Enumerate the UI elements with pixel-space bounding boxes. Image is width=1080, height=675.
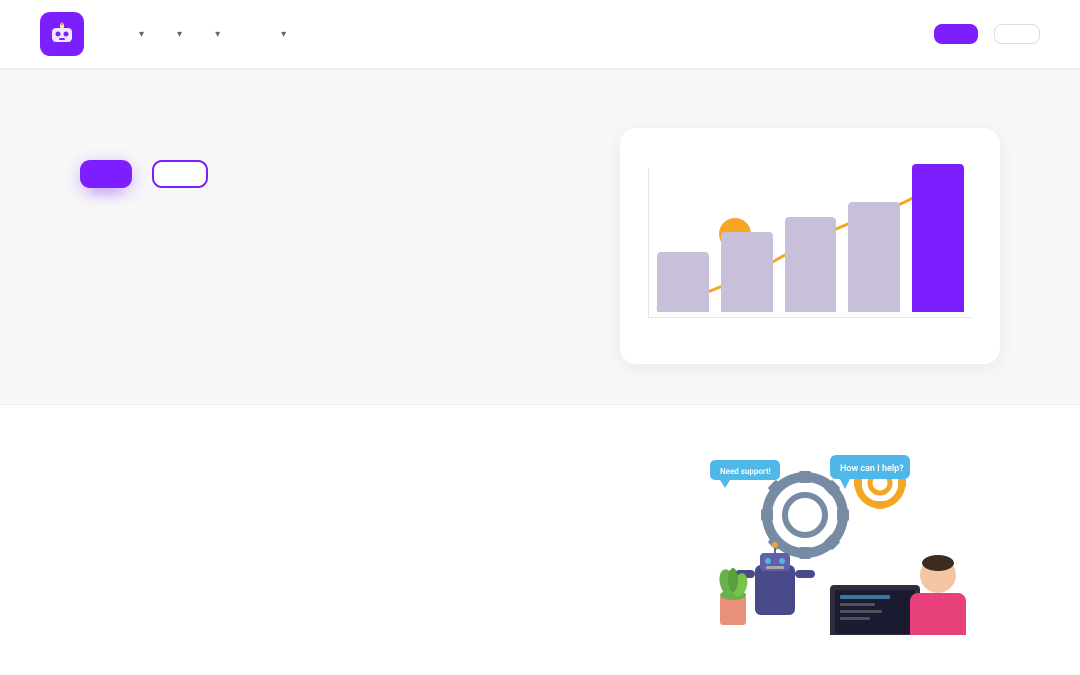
hero-section bbox=[0, 68, 1080, 404]
build-chatbot-button[interactable] bbox=[80, 160, 132, 188]
chevron-down-icon: ▾ bbox=[177, 29, 182, 40]
chart-card bbox=[620, 128, 1000, 364]
bar-3 bbox=[785, 217, 837, 312]
chevron-down-icon: ▾ bbox=[215, 29, 220, 40]
book-demo-button[interactable] bbox=[152, 160, 208, 188]
nav-right bbox=[934, 24, 1040, 44]
bar-group-1 bbox=[657, 252, 709, 317]
chart-area bbox=[648, 168, 972, 348]
nav-item-resources[interactable]: ▾ bbox=[264, 21, 298, 48]
lead-conversion-illustration: How can I help? Need support! bbox=[690, 445, 990, 635]
svg-text:Need support!: Need support! bbox=[720, 467, 771, 476]
bar-1 bbox=[657, 252, 709, 312]
hero-ctas bbox=[80, 160, 560, 188]
logo[interactable] bbox=[40, 12, 90, 56]
navbar: ▾ ▾ ▾ ▾ bbox=[0, 0, 1080, 68]
start-for-free-button[interactable] bbox=[934, 24, 978, 44]
bar-group-3 bbox=[785, 217, 837, 317]
chart-bars bbox=[648, 168, 972, 318]
nav-item-solutions[interactable]: ▾ bbox=[198, 21, 232, 48]
section2: How can I help? Need support! bbox=[0, 404, 1080, 675]
chevron-down-icon: ▾ bbox=[139, 29, 144, 40]
bar-group-2 bbox=[721, 232, 773, 317]
svg-text:How can I help?: How can I help? bbox=[840, 464, 904, 474]
section2-illustration: How can I help? Need support! bbox=[680, 445, 1000, 635]
hero-right bbox=[620, 128, 1000, 364]
bar-group-4 bbox=[848, 202, 900, 317]
bar-group-5 bbox=[912, 164, 964, 317]
logo-icon bbox=[40, 12, 84, 56]
nav-item-why[interactable]: ▾ bbox=[122, 21, 156, 48]
bar-4 bbox=[848, 202, 900, 312]
bar-2 bbox=[721, 232, 773, 312]
nav-links: ▾ ▾ ▾ ▾ bbox=[122, 21, 934, 48]
nav-item-products[interactable]: ▾ bbox=[160, 21, 194, 48]
hero-left bbox=[80, 128, 560, 200]
login-button[interactable] bbox=[994, 24, 1040, 44]
bar-5 bbox=[912, 164, 964, 312]
nav-item-pricing[interactable] bbox=[236, 26, 260, 42]
chevron-down-icon: ▾ bbox=[281, 29, 286, 40]
section2-left bbox=[80, 445, 620, 459]
